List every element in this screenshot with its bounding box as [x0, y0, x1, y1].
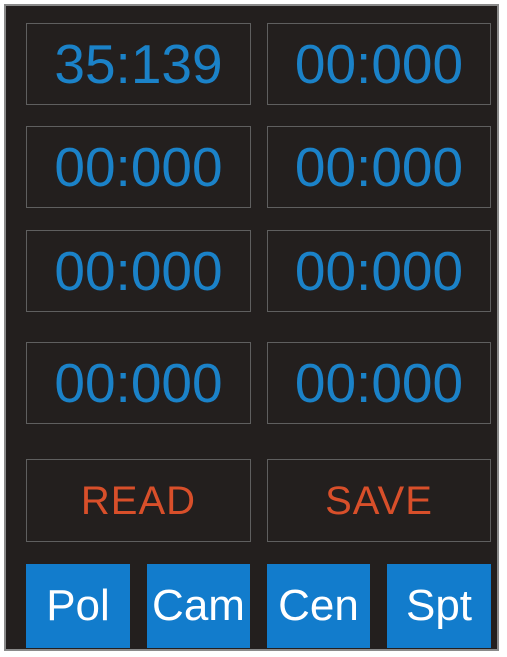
cen-button[interactable]: Cen — [267, 564, 370, 648]
timer-value: 00:000 — [54, 239, 223, 302]
timer-display-5[interactable]: 00:000 — [26, 230, 251, 312]
save-button[interactable]: SAVE — [267, 459, 491, 542]
timer-display-3[interactable]: 00:000 — [26, 126, 251, 208]
read-button[interactable]: READ — [26, 459, 251, 542]
timer-value: 00:000 — [54, 135, 223, 198]
timer-value: 35:139 — [54, 32, 223, 95]
pol-button-label: Pol — [46, 581, 110, 630]
timer-display-8[interactable]: 00:000 — [267, 342, 491, 424]
timer-value: 00:000 — [294, 135, 464, 198]
timer-value: 00:000 — [294, 32, 464, 95]
save-button-label: SAVE — [325, 478, 433, 523]
timer-panel: 35:139 00:000 00:000 00:000 00:000 00:00… — [4, 4, 499, 651]
timer-display-4[interactable]: 00:000 — [267, 126, 491, 208]
timer-value: 00:000 — [294, 239, 464, 302]
timer-display-1[interactable]: 35:139 — [26, 23, 251, 105]
spt-button[interactable]: Spt — [387, 564, 491, 648]
pol-button[interactable]: Pol — [26, 564, 130, 648]
cam-button-label: Cam — [152, 581, 245, 630]
timer-value: 00:000 — [54, 351, 223, 414]
spt-button-label: Spt — [405, 581, 473, 630]
timer-display-7[interactable]: 00:000 — [26, 342, 251, 424]
timer-value: 00:000 — [294, 351, 464, 414]
cen-button-label: Cen — [278, 581, 359, 630]
timer-display-2[interactable]: 00:000 — [267, 23, 491, 105]
timer-display-6[interactable]: 00:000 — [267, 230, 491, 312]
read-button-label: READ — [80, 478, 197, 523]
cam-button[interactable]: Cam — [147, 564, 250, 648]
